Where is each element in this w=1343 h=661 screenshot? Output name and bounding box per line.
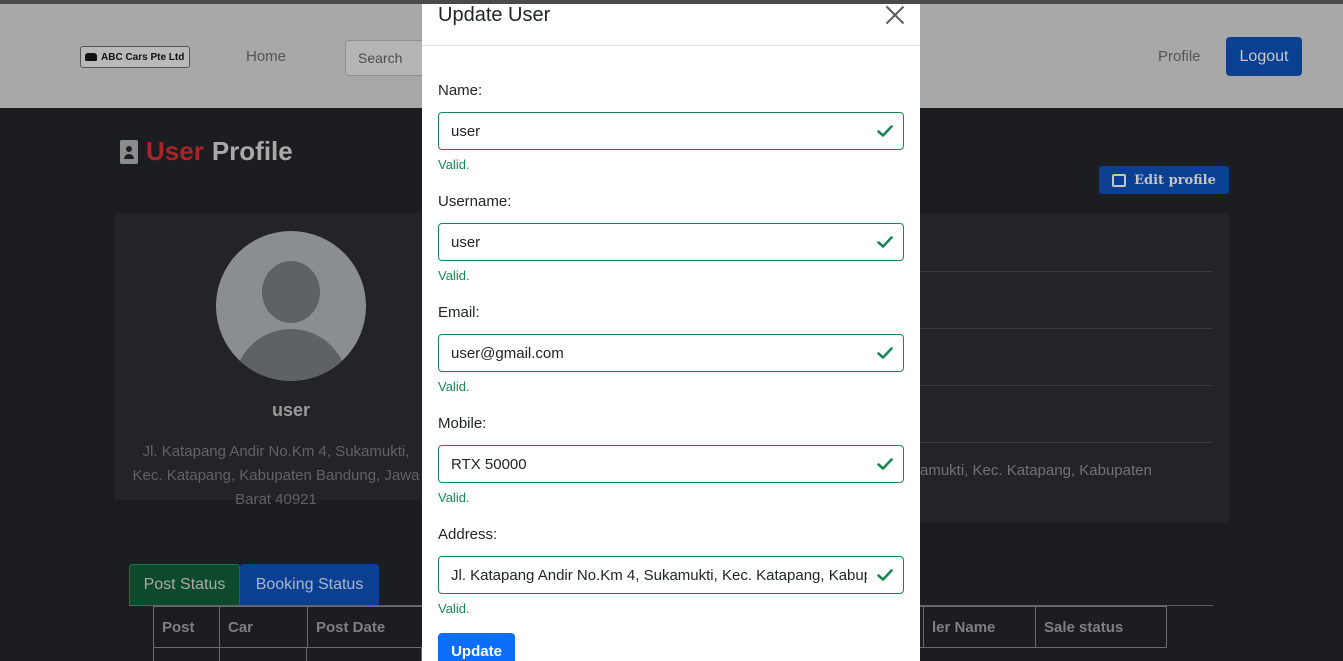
address-field-group: Address: Jl. Katapang Andir No.Km 4, Suk… <box>438 526 904 616</box>
edit-profile-label: Edit profile <box>1134 172 1216 188</box>
valid-check-icon <box>877 458 893 470</box>
divider <box>920 442 1212 443</box>
update-user-modal: Update User Name: user Valid. Username: … <box>422 4 920 661</box>
divider <box>920 328 1212 329</box>
logout-button[interactable]: Logout <box>1226 37 1302 76</box>
edit-profile-button[interactable]: Edit profile <box>1099 166 1229 194</box>
mobile-label: Mobile: <box>438 415 487 432</box>
car-icon <box>85 53 97 61</box>
profile-username: user <box>271 400 311 420</box>
username-input[interactable]: user <box>438 223 904 261</box>
nav-home-link[interactable]: Home <box>246 48 286 65</box>
address-valid-feedback: Valid. <box>438 601 470 616</box>
modal-title: Update User <box>438 4 551 26</box>
username-valid-feedback: Valid. <box>438 268 470 283</box>
address-label: Address: <box>438 526 498 543</box>
name-input-value: user <box>451 122 481 140</box>
mobile-field-group: Mobile: RTX 50000 Valid. <box>438 415 904 505</box>
username-field-group: Username: user Valid. <box>438 193 904 283</box>
valid-check-icon <box>877 347 893 359</box>
page-title: User Profile <box>120 136 293 167</box>
name-label: Name: <box>438 82 483 99</box>
avatar <box>216 231 366 381</box>
mobile-valid-feedback: Valid. <box>438 490 470 505</box>
username-input-value: user <box>451 233 481 251</box>
profile-address: Jl. Katapang Andir No.Km 4, Sukamukti, K… <box>132 443 420 508</box>
table-header-cell: Post Date <box>308 607 424 647</box>
brand-logo[interactable]: ABC Cars Pte Ltd <box>80 46 190 68</box>
address-input[interactable]: Jl. Katapang Andir No.Km 4, Sukamukti, K… <box>438 556 904 594</box>
avatar-head-shape <box>262 261 320 323</box>
table-header-cell: ler Name <box>924 607 1036 647</box>
email-valid-feedback: Valid. <box>438 379 470 394</box>
divider <box>920 385 1212 386</box>
avatar-body-shape <box>234 329 348 381</box>
edit-icon <box>1112 173 1127 187</box>
valid-check-icon <box>877 236 893 248</box>
email-label: Email: <box>438 304 480 321</box>
username-label: Username: <box>438 193 512 210</box>
close-icon[interactable] <box>884 4 906 26</box>
page-title-rest: Profile <box>211 136 293 166</box>
name-valid-feedback: Valid. <box>438 157 470 172</box>
email-input-value: user@gmail.com <box>451 344 564 362</box>
tab-post-status[interactable]: Post Status <box>129 564 240 606</box>
id-badge-icon <box>120 139 138 164</box>
nav-profile-link[interactable]: Profile <box>1158 48 1201 65</box>
tab-booking-status[interactable]: Booking Status <box>240 564 379 606</box>
valid-check-icon <box>877 569 893 581</box>
table-header-cell: Sale status <box>1044 619 1124 636</box>
email-field-group: Email: user@gmail.com Valid. <box>438 304 904 394</box>
modal-header: Update User <box>422 4 920 46</box>
update-button[interactable]: Update <box>438 633 515 661</box>
valid-check-icon <box>877 125 893 137</box>
divider <box>920 271 1212 272</box>
table-header-cell: Car <box>220 607 308 647</box>
name-field-group: Name: user Valid. <box>438 82 904 172</box>
table-header-cell: Post <box>154 607 220 647</box>
address-input-value: Jl. Katapang Andir No.Km 4, Sukamukti, K… <box>451 566 867 584</box>
brand-logo-text: ABC Cars Pte Ltd <box>101 51 185 63</box>
email-input[interactable]: user@gmail.com <box>438 334 904 372</box>
name-input[interactable]: user <box>438 112 904 150</box>
mobile-input[interactable]: RTX 50000 <box>438 445 904 483</box>
page-title-highlight: User <box>146 136 204 166</box>
profile-address-detail: amukti, Kec. Katapang, Kabupaten <box>920 462 1152 479</box>
mobile-input-value: RTX 50000 <box>451 455 527 473</box>
